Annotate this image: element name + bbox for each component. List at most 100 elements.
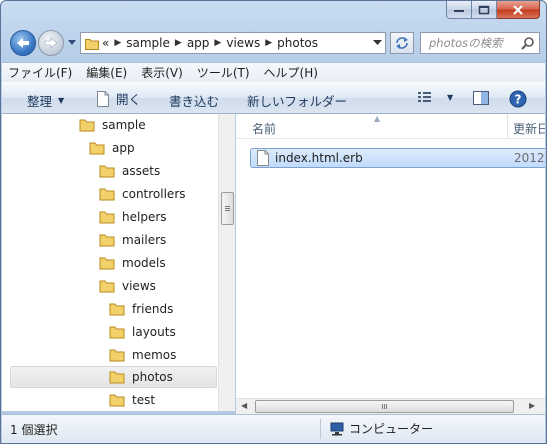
menu-view[interactable]: 表示(V) [134,64,190,81]
navigation-pane-scrollbar[interactable] [218,114,235,411]
tree-item-mailers[interactable]: mailers [99,229,166,251]
back-button[interactable] [10,30,36,56]
column-header-date[interactable]: 更新日 [513,120,545,137]
tree-item-test[interactable]: test [109,389,155,411]
address-separator-icon[interactable]: ▶ [214,38,221,48]
organize-button[interactable]: 整理 ▼ [27,91,64,110]
document-icon [257,150,269,166]
file-row[interactable]: index.html.erb 2012 [250,148,545,168]
scrollbar-thumb[interactable] [255,400,514,413]
close-button[interactable] [497,1,540,19]
address-separator-icon[interactable]: ▶ [114,38,121,48]
menu-help[interactable]: ヘルプ(H) [257,64,325,81]
explorer-window: « ▶ sample ▶ app ▶ views ▶ photos photos… [0,0,547,444]
caption-buttons [446,1,540,19]
burn-label: 書き込む [169,94,220,109]
view-list-icon [418,92,431,102]
file-date: 2012 [514,151,545,165]
column-header-name[interactable]: 名前 [252,120,276,137]
menu-file[interactable]: ファイル(F) [2,64,79,81]
tree-item-app[interactable]: app [89,137,135,159]
menu-tools[interactable]: ツール(T) [190,64,257,81]
tree-item-controllers[interactable]: controllers [99,183,186,205]
forward-arrow-icon [44,37,58,49]
document-icon [97,90,109,107]
tree-item-label: memos [132,348,177,362]
folder-icon [99,188,115,201]
zone-label: コンピューター [349,422,434,436]
burn-button[interactable]: 書き込む [169,91,219,110]
change-view-button[interactable]: ▼ [417,90,453,104]
search-input[interactable]: photosの検索 [420,32,540,54]
status-divider [320,419,321,439]
folder-icon [109,349,125,362]
folder-icon [99,257,115,270]
navigation-pane: sample app assets controllers helpers ma… [2,114,218,411]
svg-text:?: ? [515,93,522,107]
recent-pages-dropdown-icon[interactable] [67,37,77,47]
chevron-down-icon[interactable]: ▼ [447,93,453,102]
preview-pane-icon [473,91,489,105]
computer-icon [330,422,344,435]
address-bar[interactable]: « ▶ sample ▶ app ▶ views ▶ photos [80,32,386,54]
file-list-pane: ▲ 名前 更新日 index.html.erb 2012 [236,114,545,398]
folder-icon [109,371,125,384]
tree-item-assets[interactable]: assets [99,160,160,182]
scrollbar-thumb[interactable] [221,192,234,225]
zone-indicator: コンピューター [329,420,433,437]
selection-count: 1 個選択 [10,423,58,437]
search-icon[interactable] [521,36,535,50]
tree-item-views[interactable]: views [99,275,156,297]
folder-icon [99,234,115,247]
file-list-horizontal-scrollbar[interactable]: ◀ ▶ [236,398,545,414]
maximize-button[interactable] [472,1,497,19]
menu-bar: ファイル(F) 編集(E) 表示(V) ツール(T) ヘルプ(H) [2,62,545,82]
new-folder-label: 新しいフォルダー [247,94,348,109]
refresh-button[interactable] [390,32,414,54]
address-crumb-sample[interactable]: sample [126,36,170,50]
search-placeholder: photosの検索 [429,36,503,50]
tree-item-helpers[interactable]: helpers [99,206,167,228]
command-bar: 整理 ▼ 開く 書き込む 新しいフォルダー ▼ ? [2,82,545,114]
column-header-row: ▲ 名前 更新日 [236,114,545,139]
folder-icon [79,119,95,132]
grip-line [225,206,230,207]
folder-icon [89,142,105,155]
tree-item-photos[interactable]: photos [10,366,217,388]
address-separator-icon[interactable]: ▶ [265,38,272,48]
folder-icon [99,280,115,293]
sort-ascending-icon: ▲ [374,114,381,123]
address-crumb-app[interactable]: app [187,36,210,50]
folder-icon [109,303,125,316]
tree-item-memos[interactable]: memos [109,344,176,366]
address-crumb-photos[interactable]: photos [277,36,318,50]
tree-item-label: photos [132,370,173,384]
scroll-right-icon[interactable]: ▶ [529,401,535,410]
status-bar: 1 個選択 コンピューター [2,414,545,443]
scroll-left-icon[interactable]: ◀ [241,401,247,410]
folder-icon [99,211,115,224]
tree-item-friends[interactable]: friends [109,298,173,320]
tree-item-sample[interactable]: sample [79,114,146,136]
address-history-dropdown[interactable] [368,33,386,53]
preview-pane-button[interactable] [472,90,490,106]
column-divider[interactable] [507,114,508,139]
tree-item-models[interactable]: models [99,252,166,274]
new-folder-button[interactable]: 新しいフォルダー [247,91,347,110]
help-button[interactable]: ? [509,90,527,108]
tree-item-label: helpers [122,210,167,224]
address-overflow[interactable]: « [102,36,109,50]
minimize-button[interactable] [446,1,472,19]
menu-edit[interactable]: 編集(E) [79,64,134,81]
close-icon [513,4,523,15]
tree-item-label: test [132,393,156,407]
folder-icon [85,38,99,50]
tree-item-layouts[interactable]: layouts [109,321,176,343]
open-button[interactable]: 開く [96,89,141,108]
grip-line [225,208,230,209]
forward-button[interactable] [38,30,64,56]
address-crumb-views[interactable]: views [226,36,260,50]
maximize-icon [478,5,490,14]
address-separator-icon[interactable]: ▶ [175,38,182,48]
tree-item-label: views [122,279,156,293]
